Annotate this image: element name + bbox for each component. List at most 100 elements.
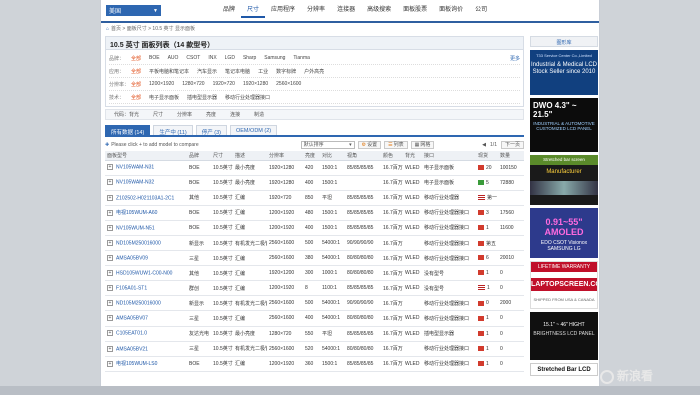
column-header[interactable]: 品牌	[187, 151, 211, 161]
add-compare-icon[interactable]: +	[107, 239, 113, 246]
ad-banner-dwo[interactable]: DWO 4.3" ~ 21.5" INDUSTRIAL & AUTOMOTIVE…	[530, 98, 598, 152]
region-select[interactable]: 美国 ▼	[106, 5, 161, 16]
filter-option[interactable]: Sharp	[243, 55, 256, 61]
list-view-button[interactable]: ☰ 列表	[384, 140, 408, 149]
cell-model[interactable]: + AMSA05BV07	[105, 310, 187, 327]
sort-option[interactable]: 分辨率	[177, 111, 192, 118]
ad-banner-stretched-bar[interactable]: Stretched Bar LCD	[530, 363, 598, 376]
column-header[interactable]: 描述	[233, 151, 267, 161]
filter-option[interactable]: 插电型显示器	[187, 94, 217, 101]
filter-option[interactable]: 汽车显示	[197, 68, 217, 75]
cell-model[interactable]: + AMSA05BV09	[105, 250, 187, 267]
filter-option[interactable]: Tianma	[293, 55, 310, 61]
filter-more-link[interactable]: 更多	[510, 55, 520, 62]
add-compare-icon[interactable]: +	[107, 194, 113, 201]
sort-option[interactable]: 代码：背光	[114, 111, 139, 118]
filter-option[interactable]: 1920×1280	[243, 81, 268, 87]
add-compare-icon[interactable]: +	[107, 224, 113, 231]
filter-option[interactable]: 平板电脑和笔记本	[149, 68, 189, 75]
nav-item[interactable]: 尺寸	[241, 4, 266, 18]
column-header[interactable]: 面板型号	[105, 151, 187, 161]
tab-item[interactable]: OEM/ODM (2)	[229, 125, 278, 135]
filter-option[interactable]: 全部	[131, 94, 141, 101]
column-header[interactable]: 接口	[422, 151, 476, 161]
ad-banner-t33[interactable]: T33 Service Center Co.,Limited Industria…	[530, 50, 598, 95]
filter-option[interactable]: 2560×1600	[276, 81, 301, 87]
breadcrumb-text[interactable]: 首页 > 面板尺寸 > 10.5 英寸 显示面板	[111, 25, 195, 32]
grid-view-button[interactable]: ▦ 网格	[410, 140, 435, 149]
filter-option[interactable]: Samsung	[264, 55, 285, 61]
nav-item[interactable]: 公司	[469, 4, 493, 18]
column-header[interactable]: 现货	[476, 151, 498, 161]
filter-option[interactable]: 工业	[258, 68, 268, 75]
next-page-button[interactable]: 下一页	[500, 140, 524, 149]
column-header[interactable]: 背光	[403, 151, 422, 161]
add-compare-icon[interactable]: +	[107, 179, 113, 186]
filter-option[interactable]: CSOT	[186, 55, 200, 61]
column-header[interactable]: 颜色	[381, 151, 403, 161]
add-compare-icon[interactable]: +	[107, 300, 113, 307]
filter-option[interactable]: 全部	[131, 68, 141, 75]
filter-option[interactable]: 笔记本电脑	[225, 68, 250, 75]
nav-item[interactable]: 应用程序	[265, 4, 301, 18]
filter-option[interactable]: 移动行业处理器接口	[225, 94, 270, 101]
column-header[interactable]: 尺寸	[211, 151, 233, 161]
ad-banner-laptopscreen[interactable]: LIFETIME WARRANTY LAPTOPSCREEN.COM SHIPP…	[530, 261, 598, 309]
filter-option[interactable]: 全部	[131, 81, 141, 88]
column-header[interactable]: 数量	[498, 151, 524, 161]
filter-option[interactable]: 1920×720	[213, 81, 235, 87]
column-header[interactable]: 对比	[320, 151, 345, 161]
cell-model[interactable]: + F105A01-ST1	[105, 280, 187, 297]
nav-item[interactable]: 面板股票	[397, 4, 433, 18]
cell-model[interactable]: + 电视105WUM-A60	[105, 205, 187, 221]
cell-model[interactable]: + NV105WAM-N32	[105, 175, 187, 191]
tab-item[interactable]: 生产中 (11)	[153, 125, 193, 136]
ad-banner-brightness[interactable]: 15.1" ~ 46" HIGHT BRIGHTNESS LCD PANEL	[530, 312, 598, 360]
filter-option[interactable]: 数字标牌	[276, 68, 296, 75]
column-header[interactable]: 分辨率	[267, 151, 303, 161]
sort-select[interactable]: 默认排序 ▾	[300, 140, 355, 149]
sort-option[interactable]: 制造	[254, 111, 264, 118]
filter-option[interactable]: LGD	[225, 55, 235, 61]
nav-item[interactable]: 面板询价	[433, 4, 469, 18]
sort-option[interactable]: 亮度	[206, 111, 216, 118]
cell-model[interactable]: + NV105WAM-N31	[105, 160, 187, 176]
settings-button[interactable]: ⚙ 设置	[357, 140, 382, 149]
nav-item[interactable]: 高级搜索	[361, 4, 397, 18]
tab-item[interactable]: 停产 (3)	[195, 125, 227, 136]
cell-model[interactable]: + ND105M250016000	[105, 295, 187, 312]
filter-option[interactable]: 全部	[131, 55, 141, 62]
nav-item[interactable]: 分辨率	[301, 4, 331, 18]
filter-option[interactable]: 1280×720	[182, 81, 204, 87]
add-compare-icon[interactable]: +	[107, 164, 113, 171]
nav-item[interactable]: 连接器	[331, 4, 361, 18]
cell-model[interactable]: + AMSA05BV21	[105, 341, 187, 357]
add-compare-icon[interactable]: +	[107, 315, 113, 322]
prev-page-icon[interactable]: ◀	[482, 142, 486, 148]
column-header[interactable]: 亮度	[303, 151, 320, 161]
filter-option[interactable]: 1200×1920	[149, 81, 174, 87]
sort-option[interactable]: 连接	[230, 111, 240, 118]
add-compare-icon[interactable]: +	[107, 270, 113, 277]
add-compare-icon[interactable]: +	[107, 345, 113, 352]
tab-item[interactable]: 所有数据 (14)	[105, 125, 151, 136]
filter-option[interactable]: AUO	[168, 55, 179, 61]
add-compare-icon[interactable]: +	[107, 330, 113, 337]
add-compare-icon[interactable]: +	[107, 254, 113, 261]
sort-option[interactable]: 尺寸	[153, 111, 163, 118]
add-compare-icon[interactable]: +	[107, 210, 113, 216]
ad-banner-stretched[interactable]: Stretched bar screen Manufacturer	[530, 155, 598, 205]
cell-model[interactable]: + HSD105WUW1-C00-N00	[105, 265, 187, 282]
filter-option[interactable]: INX	[208, 55, 216, 61]
filter-option[interactable]: 户外高亮	[304, 68, 324, 75]
cell-model[interactable]: + C105EAT01.0	[105, 326, 187, 342]
add-compare-icon[interactable]: +	[107, 285, 113, 292]
cell-model[interactable]: + ND105M250016000	[105, 235, 187, 252]
cell-model[interactable]: + NV105WUM-N51	[105, 220, 187, 236]
filter-option[interactable]: 电子显示面板	[149, 94, 179, 101]
home-icon[interactable]: ⌂	[106, 26, 109, 32]
column-header[interactable]: 视角	[345, 151, 381, 161]
cell-model[interactable]: + Z102502-H021103A1-2C1	[105, 190, 187, 206]
nav-item[interactable]: 品牌	[217, 4, 241, 18]
cell-model[interactable]: + 电视105WUM-LS0	[105, 356, 187, 372]
